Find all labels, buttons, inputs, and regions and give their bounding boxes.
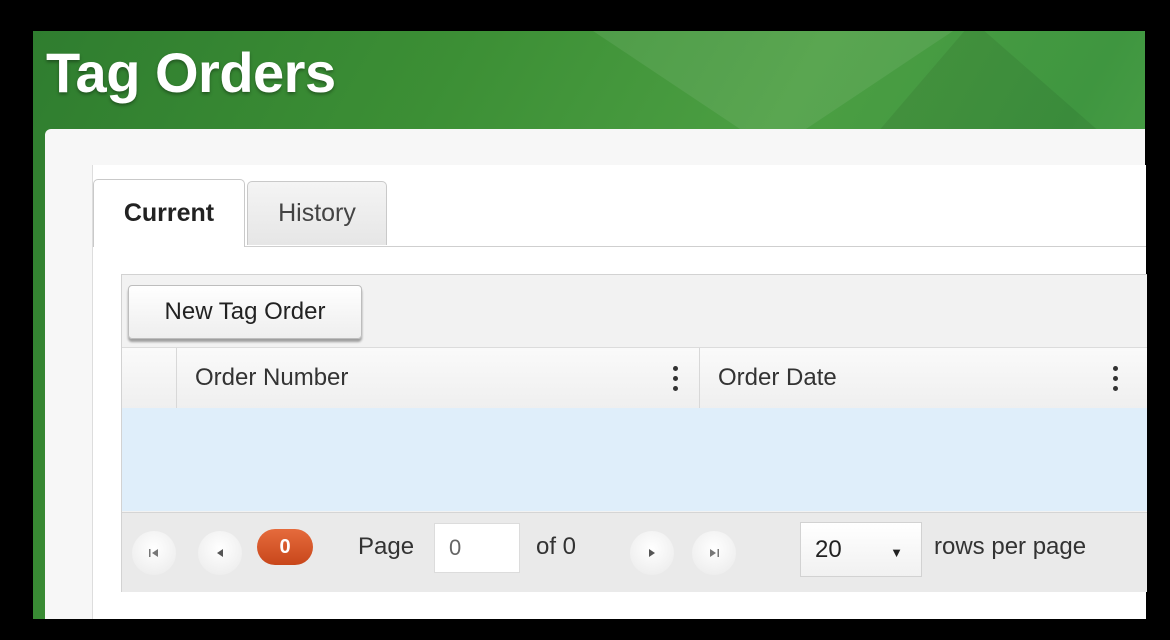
new-tag-order-button[interactable]: New Tag Order	[128, 285, 362, 339]
pager-bar: 0 Page of 0 20 ▼ rows per page	[122, 512, 1147, 592]
first-page-icon[interactable]	[132, 531, 176, 575]
column-label: Order Number	[195, 364, 349, 391]
column-menu-icon[interactable]	[673, 366, 679, 392]
rows-per-page-label: rows per page	[934, 533, 1087, 560]
grid-body[interactable]	[122, 408, 1147, 511]
record-count-badge: 0	[257, 529, 313, 565]
tab-history[interactable]: History	[247, 181, 387, 245]
grid-toolbar: New Tag Order	[122, 275, 1147, 345]
page-label: Page	[358, 533, 415, 560]
tab-container: Current History New Tag Order Order Numb…	[92, 165, 1147, 619]
rows-per-page-value: 20	[815, 535, 842, 563]
orders-grid: New Tag Order Order Number Order Date 0 …	[121, 274, 1147, 592]
page-total-label: of 0	[536, 533, 577, 560]
tab-bar: Current History	[93, 179, 1146, 247]
next-page-icon[interactable]	[630, 531, 674, 575]
select-all-column[interactable]	[122, 348, 177, 408]
page-title: Tag Orders	[46, 41, 336, 104]
content-panel: Current History New Tag Order Order Numb…	[45, 129, 1147, 619]
page-number-input[interactable]	[434, 523, 520, 573]
tab-label: History	[278, 199, 356, 227]
column-header-order-date[interactable]: Order Date	[700, 348, 1147, 408]
chevron-down-icon: ▼	[890, 545, 903, 560]
grid-header: Order Number Order Date	[122, 347, 1147, 409]
column-label: Order Date	[718, 364, 837, 391]
tab-current[interactable]: Current	[93, 179, 245, 247]
last-page-icon[interactable]	[692, 531, 736, 575]
app-frame: Tag Orders Current History New Tag Order	[0, 0, 1170, 640]
rows-per-page-select[interactable]: 20 ▼	[800, 522, 922, 577]
tab-label: Current	[123, 199, 215, 227]
column-header-order-number[interactable]: Order Number	[177, 348, 700, 408]
column-menu-icon[interactable]	[1113, 366, 1119, 392]
prev-page-icon[interactable]	[198, 531, 242, 575]
